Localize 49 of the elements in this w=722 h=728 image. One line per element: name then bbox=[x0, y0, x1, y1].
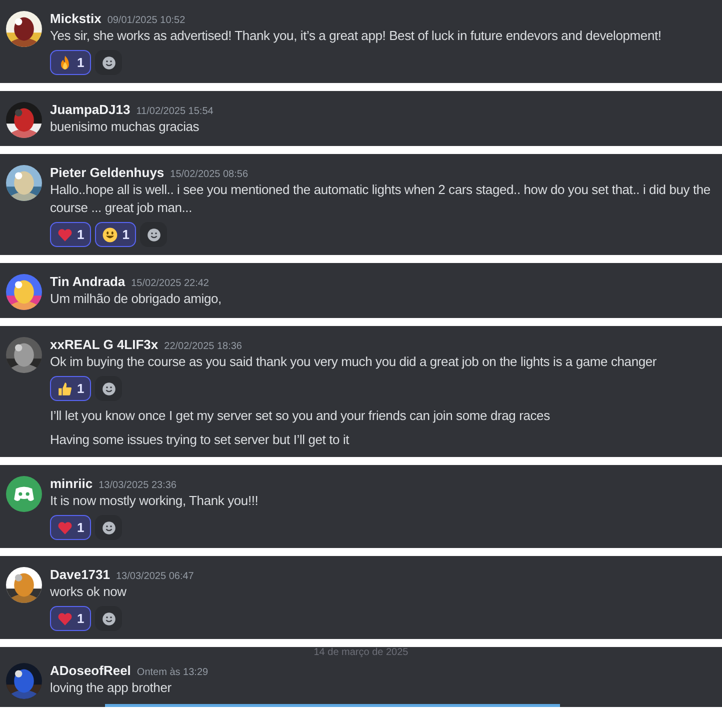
author-name[interactable]: Pieter Geldenhuys bbox=[50, 164, 164, 181]
author-name[interactable]: xxREAL G 4LIF3x bbox=[50, 336, 158, 353]
heart-icon bbox=[57, 520, 73, 536]
smiley-icon bbox=[102, 226, 118, 242]
smiley-icon bbox=[100, 380, 117, 396]
timestamp: 13/03/2025 06:47 bbox=[116, 571, 194, 582]
smiley-icon bbox=[146, 226, 162, 242]
message-text: Ok im buying the course as you said thank you very much you did a great job on the lights is a game changer bbox=[50, 353, 658, 371]
smiley-icon bbox=[100, 54, 117, 70]
author-name[interactable]: minriic bbox=[50, 475, 93, 492]
message-text: loving the app brother bbox=[50, 679, 172, 697]
message-text: buenisimo muchas gracias bbox=[50, 118, 200, 136]
reaction-button[interactable]: 1 bbox=[50, 222, 92, 247]
avatar-icon[interactable] bbox=[6, 476, 42, 512]
add-reaction-button[interactable] bbox=[95, 515, 122, 540]
reaction-button[interactable]: 1 bbox=[50, 376, 92, 401]
thumbs-up-icon bbox=[57, 380, 73, 396]
message-text: Hallo..hope all is well.. i see you mentioned the automatic lights when 2 cars staged.. how do you set that.. i did buy the course ... great job man... bbox=[50, 181, 712, 217]
date-divider: 14 de março de 2025 bbox=[312, 647, 410, 658]
smiley-icon bbox=[100, 610, 117, 626]
add-reaction-button[interactable] bbox=[95, 606, 122, 631]
reaction-button[interactable]: 1 bbox=[50, 50, 92, 75]
author-name[interactable]: JuampaDJ13 bbox=[50, 101, 130, 118]
message-text: It is now mostly working, Thank you!!! bbox=[50, 492, 260, 510]
author-name[interactable]: ADoseofReel bbox=[50, 662, 131, 679]
timestamp: 15/02/2025 22:42 bbox=[131, 278, 209, 289]
reaction-button[interactable]: 1 bbox=[50, 515, 92, 540]
reaction-button[interactable]: 1 bbox=[50, 606, 92, 631]
timestamp: Ontem às 13:29 bbox=[136, 667, 208, 678]
reaction-button[interactable]: 1 bbox=[95, 222, 136, 247]
author-name[interactable]: Dave1731 bbox=[50, 566, 110, 583]
timestamp: 15/02/2025 08:56 bbox=[170, 169, 248, 180]
timestamp: 09/01/2025 10:52 bbox=[107, 15, 186, 26]
message-text: I’ll let you know once I get my server set so you and your friends can join some drag races bbox=[50, 407, 551, 425]
author-name[interactable]: Mickstix bbox=[50, 10, 102, 27]
timestamp: 22/02/2025 18:36 bbox=[164, 341, 242, 352]
add-reaction-button[interactable] bbox=[95, 376, 122, 401]
heart-icon bbox=[57, 610, 73, 626]
message-text: Having some issues trying to set server but I’ll get to it bbox=[50, 431, 350, 449]
message-text: Yes sir, she works as advertised! Thank you, it’s a great app! Best of luck in future endevors and development! bbox=[50, 27, 662, 45]
add-reaction-button[interactable] bbox=[95, 50, 122, 75]
message-text: Um milhão de obrigado amigo, bbox=[50, 290, 222, 308]
timestamp: 11/02/2025 15:54 bbox=[136, 106, 214, 117]
timestamp: 13/03/2025 23:36 bbox=[98, 480, 176, 491]
add-reaction-button[interactable] bbox=[140, 222, 168, 247]
message-text: works ok now bbox=[50, 583, 128, 601]
author-name[interactable]: Tin Andrada bbox=[50, 273, 126, 290]
heart-icon bbox=[57, 226, 73, 242]
smiley-icon bbox=[100, 520, 117, 536]
